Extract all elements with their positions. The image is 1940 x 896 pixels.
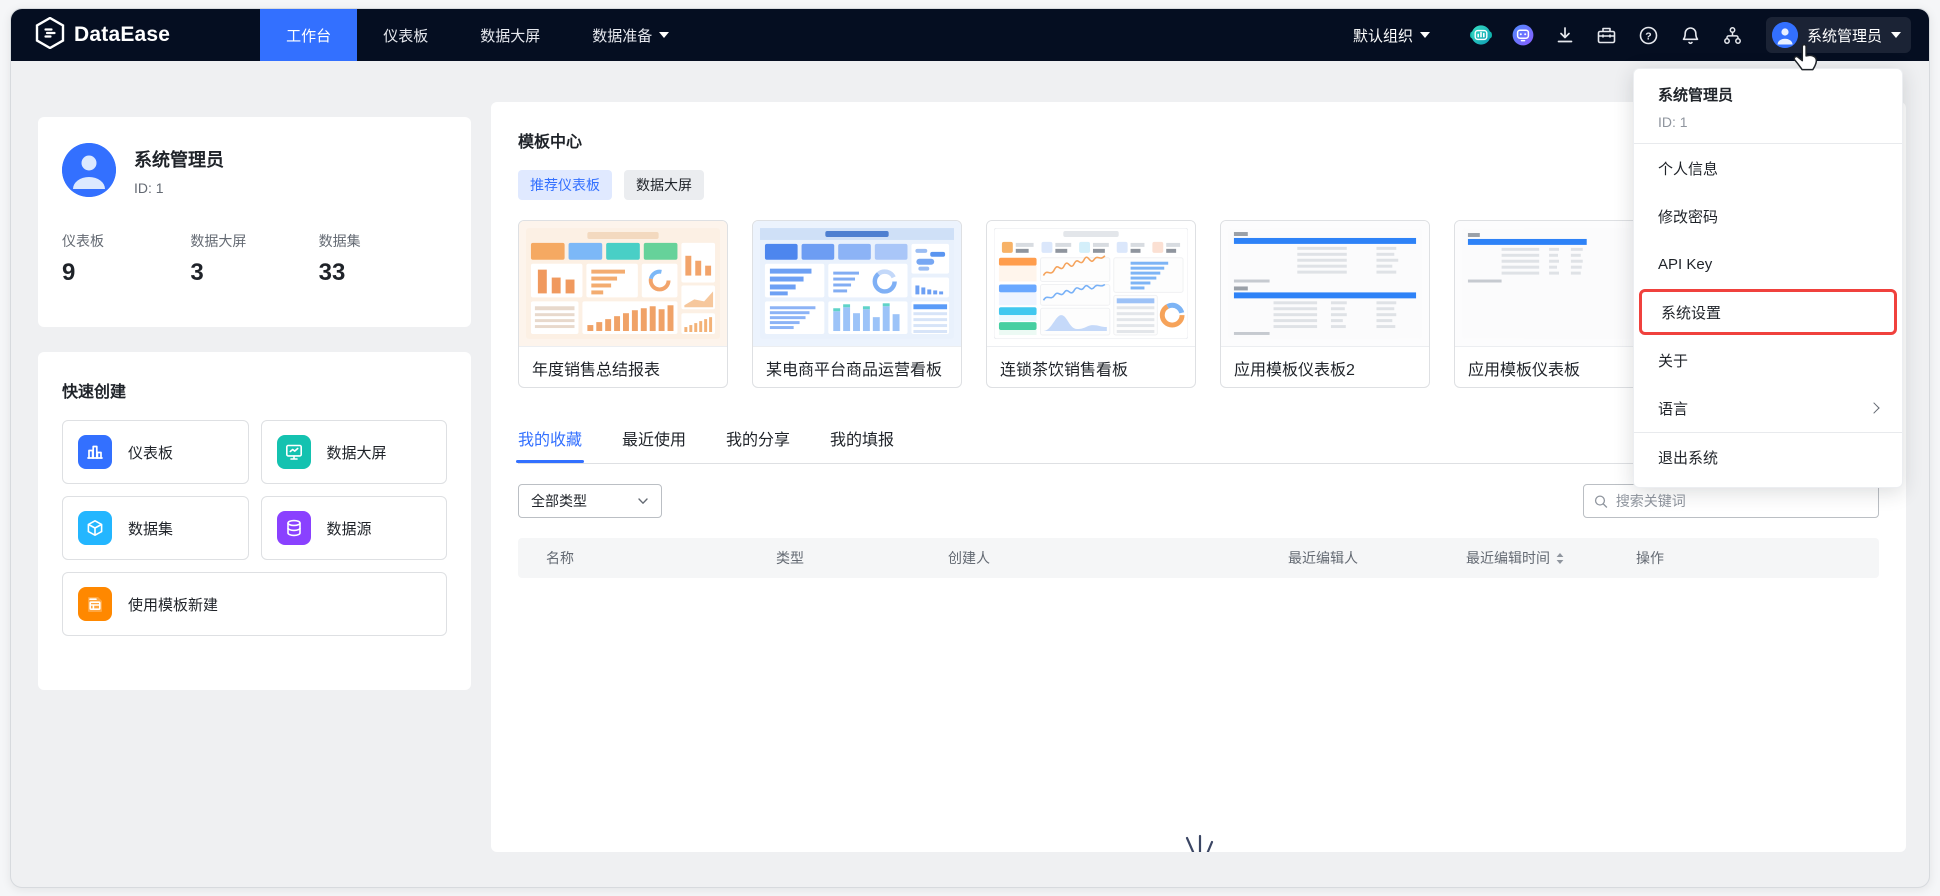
profile-stats: 仪表板 9 数据大屏 3 数据集 33: [62, 231, 447, 287]
tab-my-favorites[interactable]: 我的收藏: [515, 426, 585, 463]
toolbox-icon[interactable]: [1590, 18, 1624, 52]
create-datascreen-button[interactable]: 数据大屏: [260, 420, 447, 484]
user-menu-name: 系统管理员: [1658, 87, 1734, 104]
empty-state-illustration: [1185, 834, 1213, 852]
bell-icon[interactable]: [1674, 18, 1708, 52]
column-header-creator: 创建人: [948, 550, 990, 566]
menu-item-system-settings[interactable]: 系统设置: [1639, 289, 1897, 335]
profile-id: ID: 1: [134, 180, 164, 196]
create-datasource-button[interactable]: 数据源: [260, 496, 447, 560]
menu-item-api-key[interactable]: API Key: [1634, 240, 1902, 288]
create-dashboard-button[interactable]: 仪表板: [62, 420, 249, 484]
template-thumbnail: [1221, 221, 1429, 347]
nav-tab-dashboard[interactable]: 仪表板: [357, 9, 454, 61]
nav-tab-datascreen[interactable]: 数据大屏: [454, 9, 566, 61]
stat-datasets: 数据集 33: [318, 233, 361, 286]
template-card-title: 某电商平台商品运营看板: [766, 361, 943, 379]
column-header-last-editor: 最近编辑人: [1288, 550, 1358, 566]
create-from-template-button[interactable]: 使用模板新建: [62, 572, 447, 636]
user-dropdown-menu: 系统管理员 ID: 1 个人信息 修改密码 API Key 系统设置 关于 语言…: [1633, 68, 1903, 488]
tab-recently-used[interactable]: 最近使用: [622, 426, 686, 463]
menu-item-logout[interactable]: 退出系统: [1634, 433, 1902, 481]
table-header-row: 名称 类型 创建人 最近编辑人 最近编辑时间 操作: [518, 538, 1879, 578]
template-card[interactable]: 连锁茶饮销售看板: [986, 220, 1196, 388]
type-filter-select[interactable]: 全部类型: [518, 484, 662, 518]
cube-icon: [78, 511, 112, 545]
chevron-down-icon: [638, 498, 648, 504]
template-icon: [78, 587, 112, 621]
column-header-last-edit-time[interactable]: 最近编辑时间: [1466, 538, 1565, 578]
template-thumbnail: [519, 221, 727, 347]
user-menu-header: 系统管理员 ID: 1: [1634, 69, 1902, 143]
chevron-down-icon: [1891, 32, 1901, 38]
template-thumbnail: [987, 221, 1195, 347]
stat-dashboards: 仪表板 9: [62, 233, 104, 286]
user-name: 系统管理员: [1806, 27, 1882, 45]
search-icon: [1594, 495, 1608, 508]
template-card-title: 应用模板仪表板: [1468, 361, 1581, 379]
dataease-logo-icon: [35, 16, 65, 54]
chevron-right-icon: [1868, 402, 1880, 414]
create-dataset-button[interactable]: 数据集: [62, 496, 249, 560]
template-card-title: 连锁茶饮销售看板: [1000, 361, 1129, 379]
stat-datascreens: 数据大屏 3: [190, 233, 247, 286]
profile-name: 系统管理员: [134, 150, 224, 170]
database-icon: [276, 511, 311, 545]
tab-my-reports[interactable]: 我的填报: [830, 426, 894, 463]
profile-card: 系统管理员 ID: 1 仪表板 9 数据大屏 3 数据集 33: [38, 117, 471, 327]
quick-create-card: 快速创建 仪表板 数据大屏 数据集 数据源 使用模板新建: [38, 352, 471, 690]
chevron-down-icon: [1419, 32, 1430, 38]
template-card-title: 年度销售总结报表: [532, 361, 661, 379]
copilot-robot-icon[interactable]: [1464, 18, 1498, 52]
menu-item-change-password[interactable]: 修改密码: [1634, 192, 1902, 240]
template-card-title: 应用模板仪表板2: [1234, 361, 1355, 379]
tag-recommended-dashboards[interactable]: 推荐仪表板: [518, 170, 612, 200]
ai-assistant-icon[interactable]: [1506, 18, 1540, 52]
quick-create-title: 快速创建: [62, 384, 127, 401]
user-menu-id: ID: 1: [1658, 114, 1688, 130]
tab-my-shares[interactable]: 我的分享: [726, 426, 790, 463]
chevron-down-icon: [659, 32, 670, 38]
navbar-right: 默认组织 ? 系统管理员: [1353, 9, 1929, 61]
screen-icon: [276, 435, 311, 469]
brand-logo[interactable]: DataEase: [11, 9, 196, 61]
screen: DataEase 工作台 仪表板 数据大屏 数据准备 默认组织 ? 系统管理员 …: [0, 0, 1940, 896]
template-card[interactable]: 应用模板仪表板2: [1220, 220, 1430, 388]
download-icon[interactable]: [1548, 18, 1582, 52]
nav-tab-dataprep[interactable]: 数据准备: [566, 9, 695, 61]
template-card[interactable]: 某电商平台商品运营看板: [752, 220, 962, 388]
org-switcher[interactable]: 默认组织: [1353, 25, 1430, 46]
template-thumbnail: [1455, 221, 1663, 347]
user-menu-trigger[interactable]: 系统管理员: [1765, 17, 1911, 53]
main-nav-tabs: 工作台 仪表板 数据大屏 数据准备: [260, 9, 695, 61]
menu-item-personal-info[interactable]: 个人信息: [1634, 144, 1902, 192]
template-thumbnail: [753, 221, 961, 347]
bar-chart-icon: [78, 435, 112, 469]
column-header-actions: 操作: [1636, 550, 1664, 566]
search-input[interactable]: [1615, 493, 1868, 509]
svg-text:?: ?: [1646, 30, 1652, 42]
avatar: [62, 143, 116, 197]
column-header-name: 名称: [546, 550, 574, 566]
top-navbar: DataEase 工作台 仪表板 数据大屏 数据准备 默认组织 ? 系统管理员: [11, 9, 1929, 61]
nav-tab-workspace[interactable]: 工作台: [260, 9, 358, 61]
brand-name: DataEase: [74, 23, 171, 46]
menu-item-about[interactable]: 关于: [1634, 336, 1902, 384]
org-tree-icon[interactable]: [1716, 18, 1750, 52]
template-card[interactable]: 年度销售总结报表: [518, 220, 728, 388]
menu-item-language[interactable]: 语言: [1634, 384, 1902, 432]
tag-datascreens[interactable]: 数据大屏: [624, 170, 704, 200]
avatar: [1771, 22, 1798, 48]
sort-icon[interactable]: [1555, 552, 1565, 565]
column-header-type: 类型: [776, 550, 804, 566]
help-icon[interactable]: ?: [1632, 18, 1666, 52]
search-box: [1583, 484, 1879, 518]
